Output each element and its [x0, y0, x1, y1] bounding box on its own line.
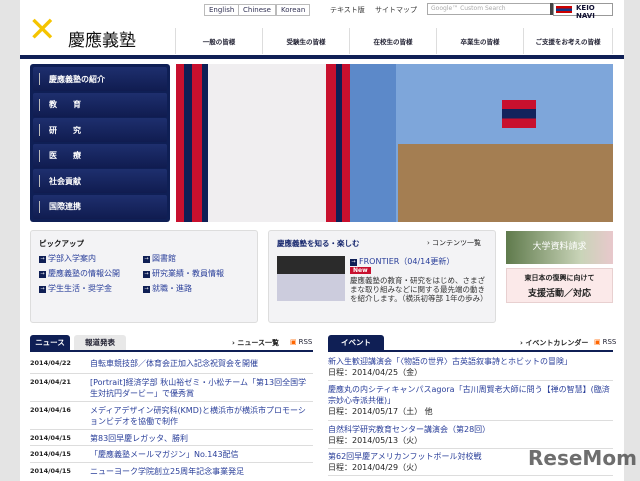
news-item[interactable]: 2014/04/15 ニューヨーク学院創立25周年記念事業発足 — [30, 462, 313, 479]
admission-materials-banner[interactable]: 大学資料請求 — [506, 231, 613, 264]
nav-general[interactable]: 一般の皆様 — [175, 28, 262, 54]
news-date: 2014/04/15 — [30, 467, 71, 475]
tab-press[interactable]: 報道発表 — [74, 335, 126, 350]
sidebar-item-international[interactable]: 国際連携 — [33, 194, 167, 219]
lang-english[interactable]: English — [204, 4, 240, 16]
hero-image[interactable] — [176, 64, 613, 222]
events-rss-link[interactable]: RSS — [594, 338, 617, 346]
keio-navi-label: KEIO NAVI — [576, 4, 595, 20]
event-calendar-label: イベントカレンダー — [525, 339, 589, 347]
news-title[interactable]: 「慶應義塾メールマガジン」No.143配信 — [90, 450, 239, 459]
recovery-banner-line1: 東日本の復興に向けて — [524, 273, 595, 282]
know-box: 慶應義塾を知る・楽しむ › コンテンツ一覧 FRONTIER（04/14更新） … — [268, 230, 496, 323]
event-date: 日程：2014/05/17（土） 他 — [328, 407, 433, 416]
events-divider — [328, 350, 613, 352]
text-version-link[interactable]: テキスト版 — [330, 5, 365, 15]
sitemap-link[interactable]: サイトマップ — [375, 5, 417, 15]
building-image — [398, 144, 613, 222]
resemom-watermark: ReseMom — [528, 446, 637, 470]
event-date: 日程：2014/04/25（金） — [328, 368, 423, 377]
news-item[interactable]: 2014/04/16 メディアデザイン研究科(KMD)と横浜市が横浜市プロモーショ… — [30, 401, 313, 429]
nav-alumni[interactable]: 卒業生の皆様 — [436, 28, 523, 54]
new-badge: New — [350, 267, 371, 274]
pickup-link[interactable]: 慶應義塾の情報公開 — [39, 268, 120, 279]
page: ✕ 慶應義塾 English Chinese Korean テキスト版 サイトマ… — [20, 0, 637, 481]
news-item[interactable]: 2014/04/15 第83回早慶レガッタ、勝利 — [30, 429, 313, 445]
contents-list-label: コンテンツ一覧 — [432, 239, 482, 247]
flag-icon — [556, 6, 572, 13]
news-date: 2014/04/15 — [30, 434, 71, 442]
frontier-link[interactable]: FRONTIER（04/14更新） — [350, 256, 454, 267]
recovery-support-banner[interactable]: 東日本の復興に向けて 支援活動／対応 — [506, 268, 613, 303]
news-item[interactable]: 2014/04/15 「慶應義塾メールマガジン」No.143配信 — [30, 445, 313, 462]
news-date: 2014/04/16 — [30, 406, 71, 414]
sidebar-item-education[interactable]: 教 育 — [33, 92, 167, 117]
contents-list-link[interactable]: › コンテンツ一覧 — [427, 238, 481, 248]
header-divider — [20, 55, 624, 59]
tab-events[interactable]: イベント — [328, 335, 384, 350]
event-title[interactable]: 自然科学研究教育センター講演会（第28回） — [328, 424, 613, 435]
event-title[interactable]: 慶應丸の内シティキャンパスagora「古川周賢老大師に問う【禅の智慧】(臨済宗妙… — [328, 384, 613, 406]
news-rss-link[interactable]: RSS — [290, 338, 313, 346]
sidebar-menu: 慶應義塾の紹介 教 育 研 究 医 療 社会貢献 国際連携 — [30, 64, 170, 222]
sidebar-item-social[interactable]: 社会貢献 — [33, 169, 167, 193]
recovery-banner-line2: 支援活動／対応 — [527, 289, 591, 299]
frontier-thumbnail[interactable] — [277, 256, 345, 301]
pickup-link[interactable]: 就職・進路 — [143, 283, 192, 294]
know-title: 慶應義塾を知る・楽しむ — [277, 239, 360, 248]
lang-korean[interactable]: Korean — [276, 4, 311, 16]
pickup-link[interactable]: 研究業績・教員情報 — [143, 268, 224, 279]
pickup-box: ピックアップ 学部入学案内 図書館 慶應義塾の情報公開 研究業績・教員情報 学生… — [30, 230, 258, 323]
sidebar-item-about[interactable]: 慶應義塾の紹介 — [33, 67, 167, 91]
event-title[interactable]: 新入生歓迎講演会「〈物語の世界〉古英語叙事詩とホビットの冒険」 — [328, 356, 613, 367]
event-item[interactable]: 慶應丸の内シティキャンパスagora「古川周賢老大師に問う【禅の智慧】(臨済宗妙… — [328, 384, 613, 421]
news-divider — [30, 350, 313, 352]
news-item[interactable]: 2014/04/22 自転車競技部／体育会正加入記念祝賀会を開催 — [30, 355, 313, 373]
logo-icon[interactable]: ✕ — [28, 13, 57, 47]
event-item[interactable]: 新入生歓迎講演会「〈物語の世界〉古英語叙事詩とホビットの冒険」 日程：2014/0… — [328, 356, 613, 381]
news-title[interactable]: 第83回早慶レガッタ、勝利 — [90, 434, 188, 443]
event-date: 日程：2014/05/13（火） — [328, 436, 423, 445]
pickup-link[interactable]: 図書館 — [143, 253, 176, 264]
news-title[interactable]: ニューヨーク学院創立25周年記念事業発足 — [90, 467, 244, 476]
pickup-link[interactable]: 学生生活・奨学金 — [39, 283, 112, 294]
flag-image — [502, 100, 536, 128]
keio-navi-button[interactable]: KEIO NAVI — [553, 3, 613, 20]
nav-students[interactable]: 在校生の皆様 — [349, 28, 436, 54]
news-title[interactable]: メディアデザイン研究科(KMD)と横浜市が横浜市プロモーションビデオを協働で制作 — [90, 406, 306, 426]
news-item[interactable]: 2014/04/21 [Portrait]経済学部 秋山裕ゼミ・小松チーム「第13… — [30, 373, 313, 401]
lang-chinese[interactable]: Chinese — [238, 4, 276, 16]
news-date: 2014/04/15 — [30, 450, 71, 458]
logo-text[interactable]: 慶應義塾 — [68, 26, 136, 51]
news-list-label: ニュース一覧 — [237, 339, 279, 347]
nav-supporters[interactable]: ご支援をお考えの皆様 — [523, 28, 613, 54]
frontier-description: 慶應義塾の教育・研究をはじめ、さまざまな取り組みなどに関する最先端の動きを紹介し… — [350, 276, 488, 303]
event-calendar-link[interactable]: › イベントカレンダー — [520, 338, 588, 348]
nav-applicants[interactable]: 受験生の皆様 — [262, 28, 349, 54]
sidebar-item-research[interactable]: 研 究 — [33, 118, 167, 142]
news-list-link[interactable]: › ニュース一覧 — [232, 338, 279, 348]
news-date: 2014/04/21 — [30, 378, 71, 386]
sidebar-item-medical[interactable]: 医 療 — [33, 143, 167, 168]
tab-news[interactable]: ニュース — [30, 335, 70, 350]
news-title[interactable]: [Portrait]経済学部 秋山裕ゼミ・小松チーム「第13回全国学生対抗円ダー… — [90, 378, 306, 398]
pickup-title: ピックアップ — [39, 239, 84, 248]
news-title[interactable]: 自転車競技部／体育会正加入記念祝賀会を開催 — [90, 359, 258, 368]
pickup-link[interactable]: 学部入学案内 — [39, 253, 96, 264]
news-date: 2014/04/22 — [30, 359, 71, 367]
search-input[interactable]: Google™ Custom Search — [427, 3, 553, 15]
